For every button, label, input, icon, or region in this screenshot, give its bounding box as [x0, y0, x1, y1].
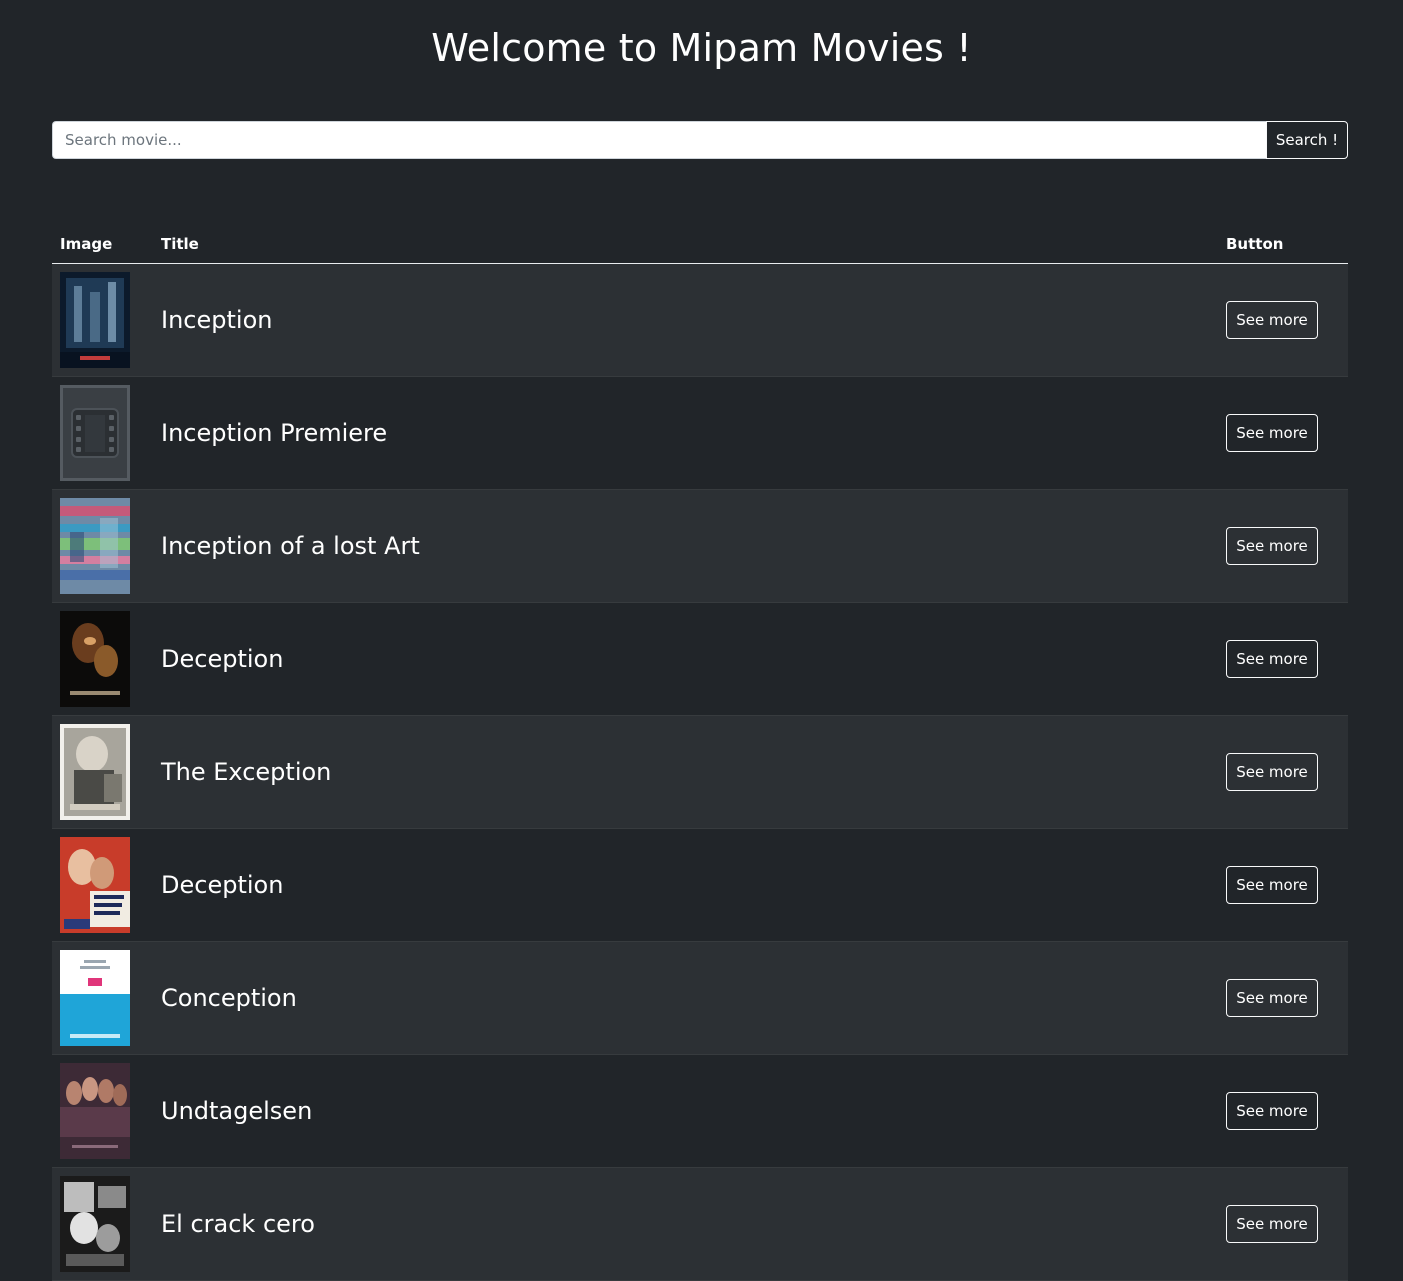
movie-title: The Exception	[161, 758, 332, 786]
movie-title: Deception	[161, 871, 284, 899]
movie-title: Undtagelsen	[161, 1097, 313, 1125]
table-row: Conception See more	[52, 942, 1348, 1055]
table-row: Inception Premiere See more	[52, 377, 1348, 490]
table-header: Image Title Button	[52, 224, 1348, 264]
movie-poster[interactable]	[60, 1063, 130, 1159]
table-row: Deception See more	[52, 603, 1348, 716]
movie-table: Image Title Button Inception See more In…	[52, 224, 1348, 1281]
see-more-button[interactable]: See more	[1226, 414, 1318, 452]
table-row: El crack cero See more	[52, 1168, 1348, 1281]
see-more-button[interactable]: See more	[1226, 866, 1318, 904]
movie-poster[interactable]	[60, 950, 130, 1046]
column-header-button: Button	[1226, 234, 1284, 253]
movie-title: Inception	[161, 306, 273, 334]
see-more-button[interactable]: See more	[1226, 1092, 1318, 1130]
see-more-button[interactable]: See more	[1226, 527, 1318, 565]
search-bar: Search !	[52, 121, 1348, 159]
see-more-button[interactable]: See more	[1226, 1205, 1318, 1243]
page-title: Welcome to Mipam Movies !	[431, 26, 972, 70]
film-icon[interactable]	[60, 385, 130, 481]
movie-poster[interactable]	[60, 1176, 130, 1272]
movie-poster[interactable]	[60, 272, 130, 368]
see-more-button[interactable]: See more	[1226, 753, 1318, 791]
see-more-button[interactable]: See more	[1226, 979, 1318, 1017]
table-row: Inception See more	[52, 264, 1348, 377]
see-more-button[interactable]: See more	[1226, 301, 1318, 339]
movie-title: Deception	[161, 645, 284, 673]
movie-title: El crack cero	[161, 1210, 315, 1238]
movie-poster[interactable]	[60, 837, 130, 933]
movie-title: Inception Premiere	[161, 419, 388, 447]
column-header-title: Title	[161, 234, 199, 253]
movie-title: Conception	[161, 984, 297, 1012]
search-button[interactable]: Search !	[1266, 121, 1348, 159]
table-row: The Exception See more	[52, 716, 1348, 829]
column-header-image: Image	[60, 234, 113, 253]
movie-poster[interactable]	[60, 611, 130, 707]
search-input[interactable]	[52, 121, 1266, 159]
movie-poster[interactable]	[60, 724, 130, 820]
movie-title: Inception of a lost Art	[161, 532, 420, 560]
table-row: Undtagelsen See more	[52, 1055, 1348, 1168]
table-row: Deception See more	[52, 829, 1348, 942]
table-row: Inception of a lost Art See more	[52, 490, 1348, 603]
movie-poster[interactable]	[60, 498, 130, 594]
see-more-button[interactable]: See more	[1226, 640, 1318, 678]
